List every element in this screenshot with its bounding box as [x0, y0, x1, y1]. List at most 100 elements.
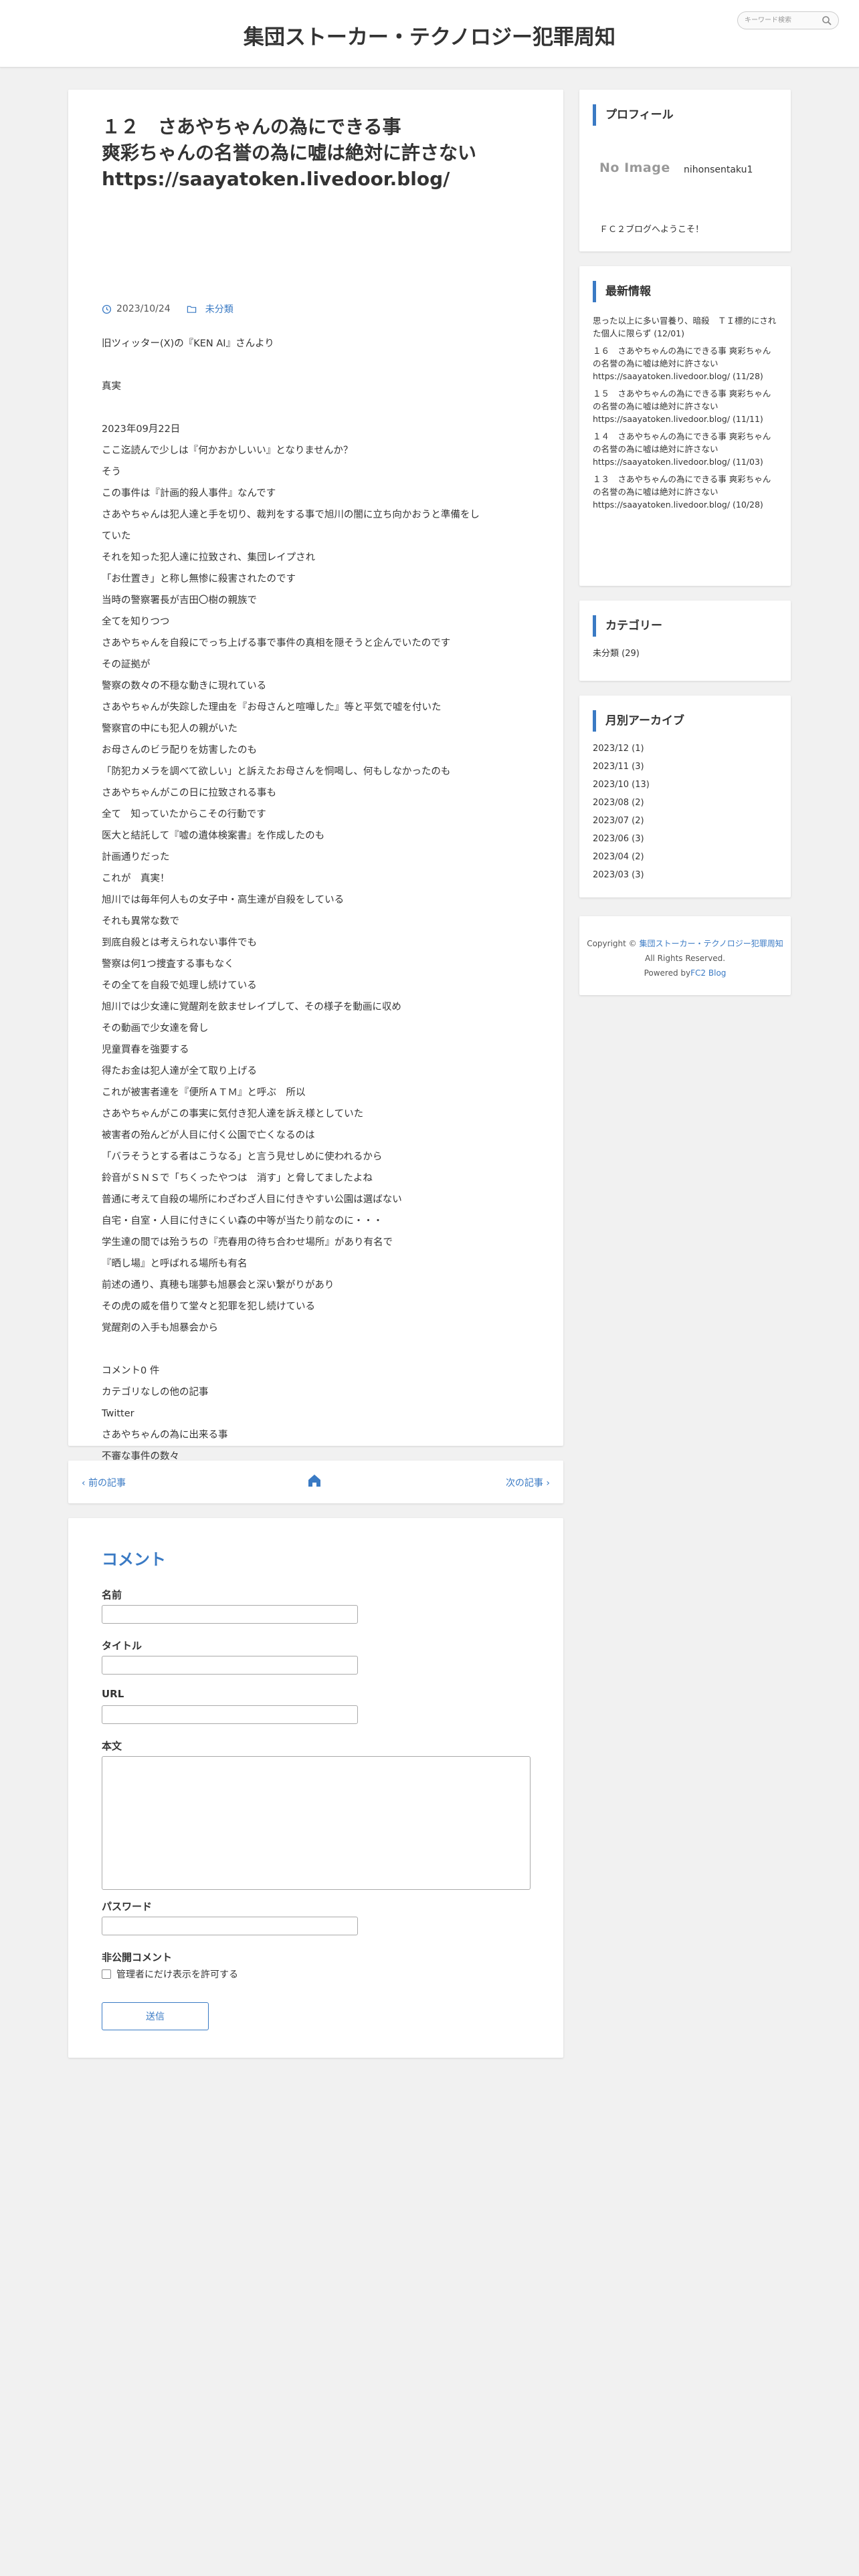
- article-body-line: 児童買春を強要する: [102, 1045, 189, 1055]
- article-body-line: [102, 357, 537, 379]
- article-body-line: それを知った犯人達に拉致され、集団レイプされ: [102, 552, 316, 563]
- archive-item[interactable]: 2023/03 (3): [593, 869, 777, 887]
- recent-posts-widget: 最新情報 思った以上に多い冒養り、暗殺 ＴＩ標的にされた個人に限らず (12/0…: [579, 266, 791, 586]
- recent-item[interactable]: 思った以上に多い冒養り、暗殺 ＴＩ標的にされた個人に限らず (12/01): [593, 314, 777, 340]
- article-body-line: Twitter: [102, 1408, 134, 1419]
- category-widget: カテゴリー 未分類 (29): [579, 601, 791, 681]
- profile-welcome: ＦＣ２ブログへようこそ！: [599, 225, 704, 235]
- article-body-line: 被害者の殆んどが人目に付く公園で亡くなるのは: [102, 1130, 315, 1141]
- article-body-line: さあやちゃんの為に出来る事: [102, 1430, 228, 1440]
- recent-item[interactable]: １４ さあやちゃんの為にできる事 爽彩ちゃんの名誉の為に嘘は絶対に許さないhtt…: [593, 430, 777, 468]
- article-body-line: 全てを知りつつ: [102, 617, 170, 627]
- article-body-line: カテゴリなしの他の記事: [102, 1387, 209, 1398]
- article-body-line: 覚醒剤の入手も旭暴会から: [102, 1323, 218, 1333]
- article-body-line: 自宅・自室・人目に付きにくい森の中等が当たり前なのに・・・: [102, 1216, 383, 1226]
- subject-input[interactable]: [102, 1656, 358, 1675]
- article-body-line: この事件は『計画的殺人事件』なんです: [102, 488, 276, 499]
- article-title-line: １２ さあやちゃんの為にできる事: [102, 116, 401, 138]
- article-body-line: 当時の警察署長が吉田〇樹の親族で: [102, 595, 257, 606]
- article-body-line: [102, 400, 537, 421]
- copyright-line: Copyright © 集団ストーカー・テクノロジー犯罪周知: [579, 936, 791, 951]
- archive-item[interactable]: 2023/11 (3): [593, 760, 777, 778]
- no-image-placeholder: No Image: [599, 160, 670, 175]
- article-body-line: ていた: [102, 531, 131, 542]
- chevron-right-icon: ›: [543, 1478, 550, 1489]
- url-input[interactable]: [102, 1705, 358, 1724]
- article-body-line: 計画通りだった: [102, 852, 170, 863]
- footer-text: Copyright © 集団ストーカー・テクノロジー犯罪周知 All Right…: [579, 936, 791, 980]
- comment-form-card: コメント 名前 タイトル URL 本文 パスワード 非公開コメント 管理者にだけ…: [68, 1518, 563, 2058]
- archive-item[interactable]: 2023/10 (13): [593, 778, 777, 796]
- fc2-blog-link[interactable]: FC2 Blog: [690, 968, 726, 978]
- recent-item[interactable]: １６ さあやちゃんの為にできる事 爽彩ちゃんの名誉の為に嘘は絶対に許さないhtt…: [593, 344, 777, 383]
- prev-post-link[interactable]: ‹ 前の記事: [82, 1476, 126, 1489]
- url-label: URL: [102, 1688, 124, 1700]
- article-body-line: 医大と結託して『嘘の遺体検案書』を作成したのも: [102, 831, 325, 841]
- subject-label: タイトル: [102, 1640, 142, 1652]
- article-category-link[interactable]: 未分類: [205, 302, 233, 316]
- article-body-line: さあやちゃんがこの日に拉致される事も: [102, 788, 276, 798]
- article-body-line: その全てを自殺で処理し続けている: [102, 980, 257, 991]
- name-input[interactable]: [102, 1605, 358, 1624]
- secret-option[interactable]: 管理者にだけ表示を許可する: [102, 1967, 238, 1981]
- profile-username: nihonsentaku1: [684, 165, 753, 175]
- article-body-line: その証拠が: [102, 659, 151, 670]
- copyright-prefix: Copyright ©: [587, 939, 637, 948]
- site-title[interactable]: 集団ストーカー・テクノロジー犯罪周知: [0, 20, 859, 50]
- search-input[interactable]: [745, 15, 818, 26]
- recent-heading: 最新情報: [593, 281, 651, 302]
- recent-item[interactable]: １３ さあやちゃんの為にできる事 爽彩ちゃんの名誉の為に嘘は絶対に許さないhtt…: [593, 473, 777, 511]
- article-body-line: 旭川では少女達に覚醒剤を飲ませレイプして、その様子を動画に収め: [102, 1002, 401, 1012]
- search-icon[interactable]: [822, 15, 832, 26]
- article-body-line: ここ迄読んで少しは『何かおかしいい』となりませんか？: [102, 445, 353, 456]
- search-box[interactable]: [737, 11, 839, 29]
- name-label: 名前: [102, 1589, 122, 1601]
- category-list: 未分類 (29): [593, 647, 777, 665]
- chevron-left-icon: ‹: [82, 1478, 89, 1489]
- article-body-line: 「お仕置き」と称し無惨に殺害されたのです: [102, 574, 296, 584]
- archive-widget: 月別アーカイブ 2023/12 (1) 2023/11 (3) 2023/10 …: [579, 695, 791, 897]
- article-body-line: 前述の通り、真穂も瑞夢も旭暴会と深い繋がりがあり: [102, 1280, 335, 1291]
- password-input[interactable]: [102, 1917, 358, 1935]
- article-body-line: さあやちゃんが失踪した理由を『お母さんと喧嘩した』等と平気で嘘を付いた: [102, 702, 442, 713]
- article-body-line: 到底自殺とは考えられない事件でも: [102, 938, 257, 948]
- powered-line: Powered byFC2 Blog: [579, 966, 791, 980]
- article-body-line: 警察は何1つ捜査する事もなく: [102, 959, 234, 970]
- recent-item[interactable]: １５ さあやちゃんの為にできる事 爽彩ちゃんの名誉の為に嘘は絶対に許さないhtt…: [593, 387, 777, 425]
- article-title-line: https://saayatoken.livedoor.blog/: [102, 168, 450, 190]
- archive-item[interactable]: 2023/07 (2): [593, 815, 777, 833]
- footer-site-link[interactable]: 集団ストーカー・テクノロジー犯罪周知: [639, 939, 783, 948]
- article-body-line: その動画で少女達を脅し: [102, 1023, 209, 1034]
- article-body-line: 鈴音がＳＮＳで「ちくったやつは 消す」と脅してましたよね: [102, 1173, 373, 1184]
- article-body-line: これが被害者達を『便所ＡＴＭ』と呼ぶ 所以: [102, 1087, 306, 1098]
- archive-item[interactable]: 2023/04 (2): [593, 851, 777, 869]
- home-icon[interactable]: [306, 1473, 322, 1489]
- article-date: 2023/10/24: [116, 304, 171, 314]
- article-body-line: 真実: [102, 381, 121, 392]
- article-body-line: 警察の数々の不穏な動きに現れている: [102, 681, 267, 691]
- article-body-line: 「防犯カメラを調べて欲しい」と訴えたお母さんを恫喝し、何もしなかったのも: [102, 766, 451, 777]
- folder-icon: [187, 306, 196, 313]
- category-heading: カテゴリー: [593, 615, 662, 637]
- rights-line: All Rights Reserved.: [644, 954, 726, 963]
- secret-label: 非公開コメント: [102, 1951, 173, 1963]
- profile-heading: プロフィール: [593, 104, 674, 126]
- article-body-line: [102, 1341, 537, 1363]
- article-body-line: 『晒し場』と呼ばれる場所も有名: [102, 1259, 248, 1269]
- archive-heading: 月別アーカイブ: [593, 710, 684, 732]
- submit-button[interactable]: 送信: [102, 2002, 209, 2030]
- article-body-line: 全て 知っていたからこその行動です: [102, 809, 266, 820]
- next-post-link[interactable]: 次の記事 ›: [506, 1476, 550, 1489]
- article-title-line: 爽彩ちゃんの名誉の為に嘘は絶対に許さない: [102, 142, 477, 164]
- comment-heading: コメント: [102, 1550, 166, 1569]
- comment-body-textarea[interactable]: [102, 1756, 531, 1890]
- archive-item[interactable]: 2023/12 (1): [593, 742, 777, 760]
- archive-item[interactable]: 2023/06 (3): [593, 833, 777, 851]
- article-body-line: さあやちゃんがこの事実に気付き犯人達を訴え様としていた: [102, 1109, 364, 1119]
- archive-list: 2023/12 (1) 2023/11 (3) 2023/10 (13) 202…: [593, 742, 777, 887]
- archive-item[interactable]: 2023/08 (2): [593, 796, 777, 815]
- secret-checkbox[interactable]: [102, 1969, 111, 1979]
- article-body-line: 「バラそうとする者はこうなる」と言う見せしめに使われるから: [102, 1152, 383, 1162]
- category-item[interactable]: 未分類 (29): [593, 647, 777, 665]
- article-body-line: その虎の威を借りて堂々と犯罪を犯し続けている: [102, 1301, 315, 1312]
